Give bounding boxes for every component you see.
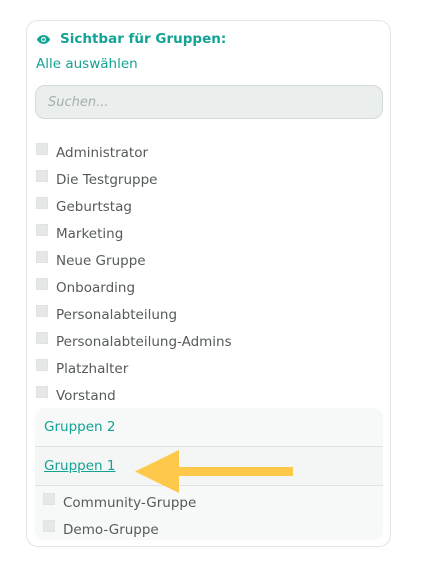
list-item: Personalabteilung	[36, 301, 376, 328]
checkbox[interactable]	[36, 385, 48, 398]
category-gruppen-1[interactable]: Gruppen 1	[35, 447, 383, 486]
group-label: Vorstand	[56, 387, 116, 404]
category-gruppen-2[interactable]: Gruppen 2	[35, 408, 383, 447]
group-list: Administrator Die Testgruppe Geburtstag …	[36, 139, 376, 409]
list-item: Marketing	[36, 220, 376, 247]
checkbox[interactable]	[36, 358, 48, 371]
group-label: Marketing	[56, 225, 124, 242]
group-label: Geburtstag	[56, 198, 132, 215]
list-item: Community-Gruppe	[43, 489, 363, 516]
group-categories-panel: Gruppen 2 Gruppen 1 Community-Gruppe Dem…	[35, 408, 383, 540]
group-visibility-panel: Sichtbar für Gruppen: Alle auswählen Adm…	[26, 20, 391, 547]
checkbox[interactable]	[36, 304, 48, 317]
group-label: Onboarding	[56, 279, 136, 296]
group-label: Personalabteilung	[56, 306, 178, 323]
checkbox[interactable]	[36, 250, 48, 263]
checkbox[interactable]	[36, 331, 48, 344]
group-label: Die Testgruppe	[56, 171, 158, 188]
group-label: Personalabteilung-Admins	[56, 333, 232, 350]
search-input[interactable]	[35, 85, 383, 119]
list-item: Geburtstag	[36, 193, 376, 220]
checkbox[interactable]	[36, 277, 48, 290]
list-item: Demo-Gruppe	[43, 516, 363, 543]
checkbox[interactable]	[36, 196, 48, 209]
subgroup-list: Community-Gruppe Demo-Gruppe	[43, 489, 363, 543]
list-item: Neue Gruppe	[36, 247, 376, 274]
checkbox[interactable]	[36, 142, 48, 155]
list-item: Onboarding	[36, 274, 376, 301]
subgroup-label: Community-Gruppe	[63, 494, 197, 511]
checkbox[interactable]	[43, 492, 55, 505]
select-all-link[interactable]: Alle auswählen	[36, 56, 138, 72]
checkbox[interactable]	[36, 169, 48, 182]
list-item: Personalabteilung-Admins	[36, 328, 376, 355]
group-label: Administrator	[56, 144, 149, 161]
list-item: Administrator	[36, 139, 376, 166]
checkbox[interactable]	[43, 519, 55, 532]
list-item: Platzhalter	[36, 355, 376, 382]
eye-icon	[36, 34, 51, 44]
category-label: Gruppen 2	[44, 419, 116, 435]
checkbox[interactable]	[36, 223, 48, 236]
group-label: Platzhalter	[56, 360, 129, 377]
section-header: Sichtbar für Gruppen:	[36, 29, 226, 49]
subgroup-label: Demo-Gruppe	[63, 521, 159, 538]
group-label: Neue Gruppe	[56, 252, 146, 269]
category-label: Gruppen 1	[44, 458, 116, 474]
list-item: Vorstand	[36, 382, 376, 409]
section-title: Sichtbar für Gruppen:	[60, 31, 227, 47]
list-item: Die Testgruppe	[36, 166, 376, 193]
